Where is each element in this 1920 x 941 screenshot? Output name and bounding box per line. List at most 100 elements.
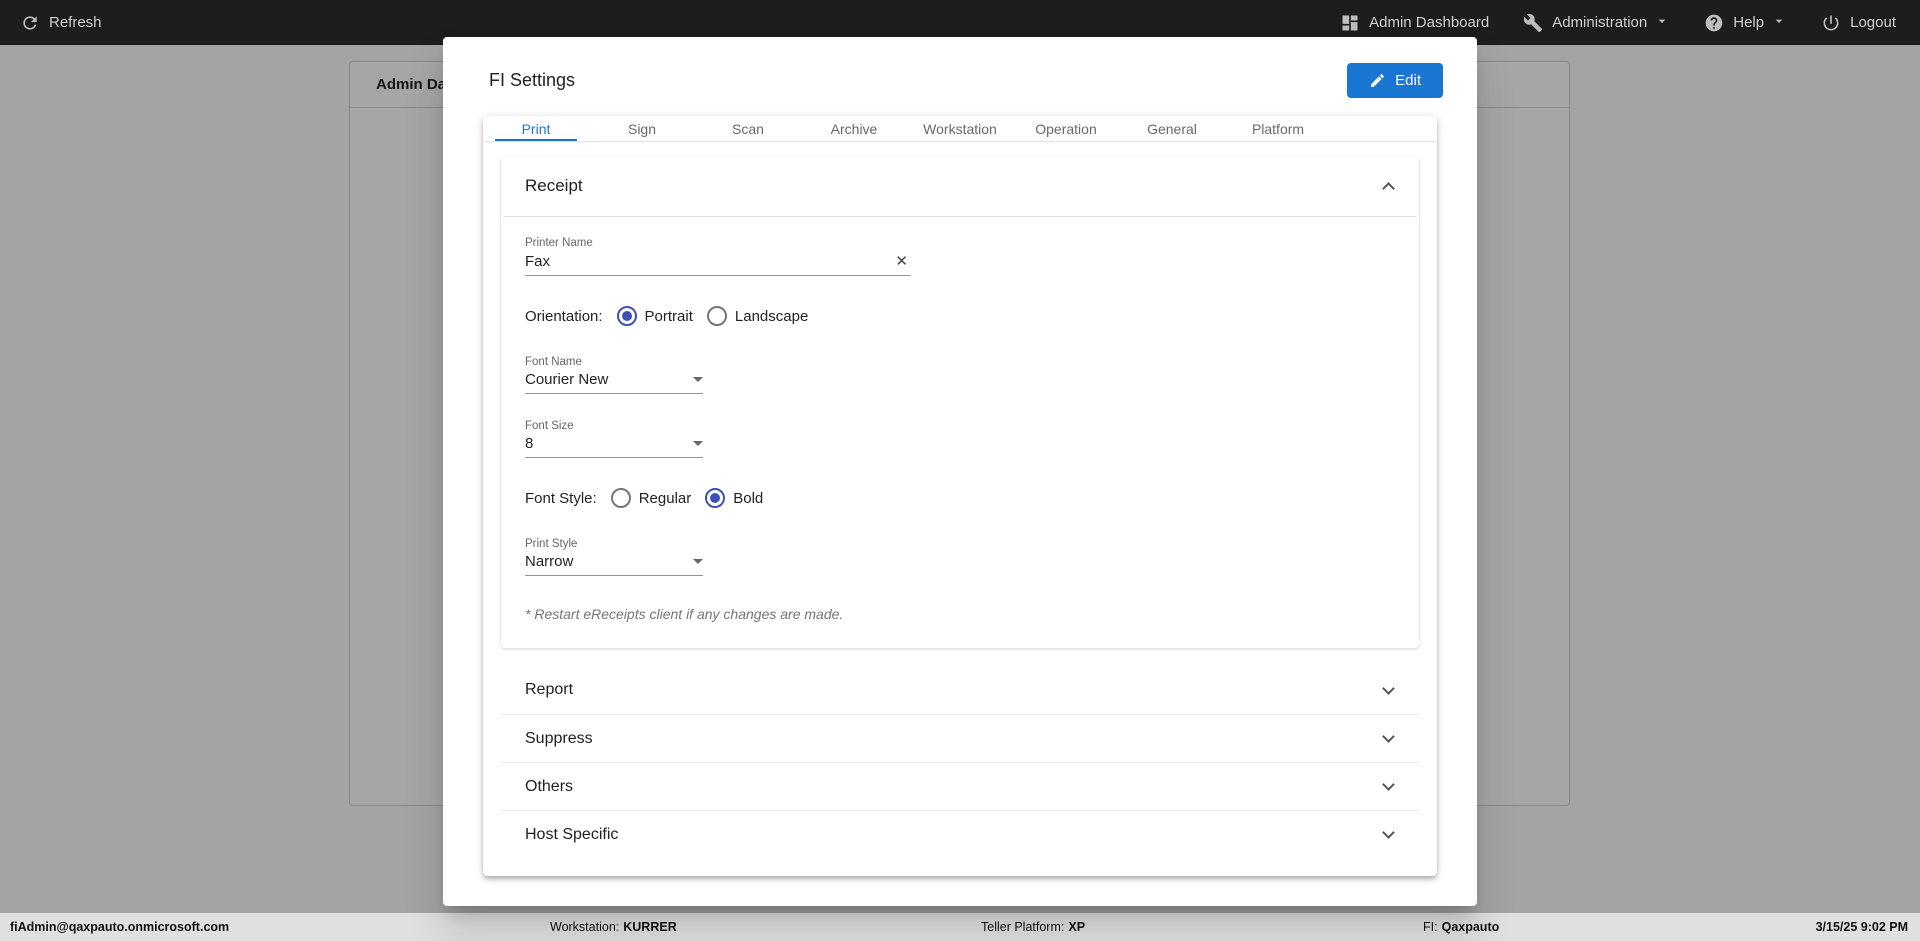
receipt-panel-title: Receipt xyxy=(525,176,583,195)
chevron-down-icon xyxy=(1656,13,1670,33)
orientation-landscape-radio[interactable]: Landscape xyxy=(706,306,809,326)
topbar-right: Admin Dashboard Administration Help Logo… xyxy=(1340,13,1896,33)
print-style-field: Print Style Narrow xyxy=(525,538,703,576)
dialog-title: FI Settings xyxy=(489,70,576,90)
font-style-bold-radio[interactable]: Bold xyxy=(705,488,763,508)
font-size-value: 8 xyxy=(525,435,534,452)
host-specific-panel-title: Host Specific xyxy=(525,825,619,843)
font-style-label: Font Style: xyxy=(525,489,597,507)
wrench-icon xyxy=(1523,13,1543,32)
orientation-portrait-radio[interactable]: Portrait xyxy=(616,306,693,326)
radio-selected-icon xyxy=(705,488,726,508)
orientation-label: Orientation: xyxy=(525,307,603,325)
printer-name-field: Printer Name ✕ xyxy=(525,237,910,276)
fi-label: FI: xyxy=(1423,920,1438,934)
statusbar-datetime: 3/15/25 9:02 PM xyxy=(1815,920,1908,934)
chevron-down-icon xyxy=(1773,13,1787,33)
font-name-select[interactable]: Courier New xyxy=(525,371,703,394)
tab-archive[interactable]: Archive xyxy=(801,116,907,141)
dialog-header: FI Settings Edit xyxy=(443,37,1477,116)
radio-unselected-icon xyxy=(610,488,631,508)
tab-scan[interactable]: Scan xyxy=(695,116,801,141)
orientation-group: Orientation: Portrait Landscape xyxy=(525,306,1395,326)
help-icon xyxy=(1705,14,1723,31)
print-style-label: Print Style xyxy=(525,538,578,550)
font-name-value: Courier New xyxy=(525,371,609,388)
workstation-value: KURRER xyxy=(623,920,677,934)
font-style-bold-label: Bold xyxy=(733,489,764,507)
workstation-label: Workstation: xyxy=(550,920,620,934)
refresh-icon xyxy=(23,15,37,30)
printer-name-label: Printer Name xyxy=(525,237,593,249)
edit-button[interactable]: Edit xyxy=(1347,63,1443,98)
orientation-landscape-label: Landscape xyxy=(734,307,809,325)
tab-workstation[interactable]: Workstation xyxy=(907,116,1013,141)
statusbar: fiAdmin@qaxpauto.onmicrosoft.com Worksta… xyxy=(0,913,1920,941)
teller-platform-label: Teller Platform: xyxy=(981,920,1065,934)
tab-operation[interactable]: Operation xyxy=(1013,116,1119,141)
host-specific-panel-header[interactable]: Host Specific xyxy=(501,810,1419,858)
others-panel-header[interactable]: Others xyxy=(501,762,1419,810)
chevron-down-icon xyxy=(1382,778,1395,791)
chevron-down-icon xyxy=(1382,826,1395,839)
statusbar-fi: FI: Qaxpauto xyxy=(1423,913,1499,941)
orientation-portrait-label: Portrait xyxy=(644,307,693,325)
help-label: Help xyxy=(1733,14,1765,31)
suppress-panel-title: Suppress xyxy=(525,729,593,747)
teller-platform-value: XP xyxy=(1068,920,1086,934)
dropdown-arrow-icon xyxy=(693,441,703,446)
receipt-panel-body: Printer Name ✕ Orientation: Portrait xyxy=(501,217,1419,648)
edit-button-label: Edit xyxy=(1395,72,1421,89)
administration-label: Administration xyxy=(1552,14,1648,31)
statusbar-teller-platform: Teller Platform: XP xyxy=(981,913,1085,941)
font-size-field: Font Size 8 xyxy=(525,420,703,458)
tab-platform[interactable]: Platform xyxy=(1225,116,1331,141)
font-style-group: Font Style: Regular Bold xyxy=(525,488,1395,508)
chevron-down-icon xyxy=(1382,681,1395,695)
clear-icon[interactable]: ✕ xyxy=(893,252,910,270)
refresh-button[interactable]: Refresh xyxy=(20,13,102,33)
chevron-up-icon xyxy=(1382,182,1395,195)
others-panel-title: Others xyxy=(525,777,574,795)
restart-note: * Restart eReceipts client if any change… xyxy=(525,606,844,622)
screen: Refresh Admin Dashboard Administration H… xyxy=(0,0,1920,941)
dropdown-arrow-icon xyxy=(693,559,703,564)
receipt-panel-header[interactable]: Receipt xyxy=(501,156,1419,216)
printer-name-input[interactable] xyxy=(525,252,894,270)
statusbar-workstation: Workstation: KURRER xyxy=(550,913,677,941)
font-size-label: Font Size xyxy=(525,420,574,432)
suppress-panel-header[interactable]: Suppress xyxy=(501,714,1419,762)
refresh-label: Refresh xyxy=(49,14,102,31)
radio-selected-icon xyxy=(616,306,637,326)
tab-general[interactable]: General xyxy=(1119,116,1225,141)
font-style-regular-radio[interactable]: Regular xyxy=(610,488,692,508)
settings-tabs: Print Sign Scan Archive Workstation Oper… xyxy=(483,116,1437,142)
font-size-select[interactable]: 8 xyxy=(525,435,703,458)
pencil-icon xyxy=(1371,74,1385,87)
receipt-panel: Receipt Printer Name ✕ xyxy=(501,156,1419,648)
admin-dashboard-label: Admin Dashboard xyxy=(1369,14,1490,31)
logout-label: Logout xyxy=(1850,14,1896,31)
help-menu[interactable]: Help xyxy=(1704,13,1787,33)
dashboard-icon xyxy=(1342,15,1358,30)
power-icon xyxy=(1823,15,1839,30)
fi-value: Qaxpauto xyxy=(1441,920,1500,934)
print-style-select[interactable]: Narrow xyxy=(525,553,703,576)
fi-settings-dialog: FI Settings Edit Print Sign Scan Archive… xyxy=(443,37,1477,906)
logout-button[interactable]: Logout xyxy=(1821,13,1896,33)
statusbar-user: fiAdmin@qaxpauto.onmicrosoft.com xyxy=(10,920,230,934)
accordion-list: Receipt Printer Name ✕ xyxy=(483,142,1437,876)
font-style-regular-label: Regular xyxy=(638,489,692,507)
radio-unselected-icon xyxy=(706,306,727,326)
settings-card: Print Sign Scan Archive Workstation Oper… xyxy=(483,116,1437,876)
administration-menu[interactable]: Administration xyxy=(1523,13,1670,33)
admin-dashboard-button[interactable]: Admin Dashboard xyxy=(1340,13,1489,33)
dropdown-arrow-icon xyxy=(693,377,703,382)
tab-sign[interactable]: Sign xyxy=(589,116,695,141)
report-panel-title: Report xyxy=(525,681,574,698)
chevron-down-icon xyxy=(1382,730,1395,743)
report-panel-header[interactable]: Report xyxy=(501,666,1419,714)
font-name-field: Font Name Courier New xyxy=(525,356,703,394)
tab-print[interactable]: Print xyxy=(483,116,589,141)
font-name-label: Font Name xyxy=(525,356,582,368)
